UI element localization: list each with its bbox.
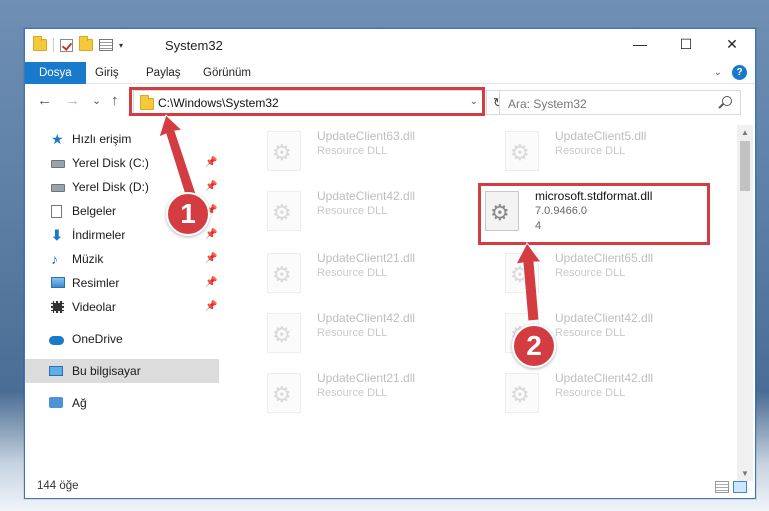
- arrow-2: [515, 242, 542, 322]
- callout-1: 1: [166, 192, 210, 236]
- callout-2: 2: [512, 324, 556, 368]
- arrow-1: [158, 114, 198, 202]
- annotation-arrows: [158, 114, 542, 322]
